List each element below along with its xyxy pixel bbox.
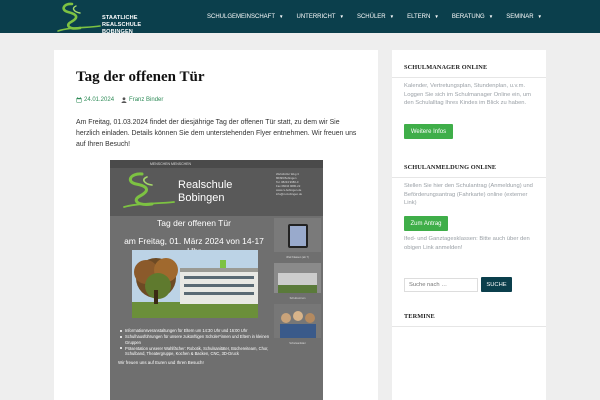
flyer-side-caption: Schulzentrum xyxy=(289,297,306,300)
flyer-side-caption: Schulsanitäter xyxy=(289,342,306,345)
nav-item-unterricht[interactable]: Unterricht ▼ xyxy=(296,14,343,20)
sidebar: Schulmanager online Kalender, Vertretung… xyxy=(392,50,546,400)
flyer-photo-group xyxy=(274,304,321,338)
site-header: STAATLICHE REALSCHULE BOBINGEN Schulgeme… xyxy=(0,0,600,35)
search-input[interactable] xyxy=(404,278,478,292)
caret-down-icon: ▼ xyxy=(488,14,494,19)
nav-item-eltern[interactable]: Eltern ▼ xyxy=(407,14,439,20)
flyer-closing: Wir freuen uns auf Euren und Ihren Besuc… xyxy=(118,359,204,365)
user-icon xyxy=(121,97,127,103)
logo-swoosh-icon xyxy=(57,2,101,32)
site-logo[interactable]: STAATLICHE REALSCHULE BOBINGEN xyxy=(56,1,166,35)
search-button[interactable]: Suche xyxy=(481,277,512,292)
logo-text: STAATLICHE REALSCHULE BOBINGEN xyxy=(102,15,142,35)
caret-down-icon: ▼ xyxy=(279,14,284,19)
post-card: Tag der offenen Tür 24.01.2024 Franz Bin… xyxy=(54,50,378,400)
widget-divider xyxy=(392,177,546,178)
widget-title-schulmanager: Schulmanager online xyxy=(404,64,488,71)
flyer-bullet: Präsentation unserer Wahlfächer: Robotik… xyxy=(118,346,274,357)
widget-title-schulanmeldung: Schulanmeldung online xyxy=(404,164,497,171)
flyer-side-photos: iPad Klassen (ab 7) Schulzentrum Schulsa… xyxy=(274,218,321,349)
nav-item-schulgemeinschaft[interactable]: Schulgemeinschaft ▼ xyxy=(207,14,283,20)
main-nav: Schulgemeinschaft ▼ Unterricht ▼ Schüler ▼ … xyxy=(194,0,542,33)
flyer-strip xyxy=(110,160,323,168)
flyer-side-caption: iPad Klassen (ab 7) xyxy=(286,256,309,259)
flyer-bullet: Informationsveranstaltungen für Eltern u… xyxy=(118,328,274,334)
caret-down-icon: ▼ xyxy=(537,14,542,19)
post-body: Am Freitag, 01.03.2024 findet der diesjä… xyxy=(76,119,357,148)
widget-divider xyxy=(392,326,546,327)
nav-item-beratung[interactable]: Beratung ▼ xyxy=(452,14,493,20)
flyer-logo-swoosh-icon xyxy=(123,172,175,208)
flyer-school-name: Realschule Bobingen xyxy=(178,179,233,204)
caret-down-icon: ▼ xyxy=(339,14,344,19)
post-date[interactable]: 24.01.2024 xyxy=(76,97,114,103)
flyer-bullet: Schulhausführungen für unsere zukünftige… xyxy=(118,334,274,345)
nav-item-seminar[interactable]: Seminar ▼ xyxy=(506,14,542,20)
flyer-strip-text: MENSCHEN MENSCHEN xyxy=(150,162,192,166)
nav-item-schueler[interactable]: Schüler ▼ xyxy=(357,14,394,20)
widget-note-ifed: Ifed- und Ganztagesklassen: Bitte auch ü… xyxy=(404,236,530,251)
post-title[interactable]: Tag der offenen Tür xyxy=(76,69,205,86)
widget-title-termine: Termine xyxy=(404,313,435,320)
zum-antrag-button[interactable]: Zum Antrag xyxy=(404,216,448,231)
event-flyer-image: MENSCHEN MENSCHEN Realschule Bobingen We… xyxy=(110,160,323,400)
flyer-bullet-list: Informationsveranstaltungen für Eltern u… xyxy=(118,328,274,365)
widget-text-schulanmeldung: Stellen Sie hier den Schulantrag (Anmeld… xyxy=(404,183,533,207)
post-author[interactable]: Franz Binder xyxy=(121,97,163,103)
flyer-photo-ipad xyxy=(274,218,321,252)
post-meta: 24.01.2024 Franz Binder xyxy=(76,97,170,103)
widget-divider xyxy=(392,77,546,78)
caret-down-icon: ▼ xyxy=(389,14,395,19)
flyer-photo-building xyxy=(274,263,321,293)
flyer-address: Wehrdörfer Weg 3 86399 Bobingen Tel. 082… xyxy=(276,172,303,196)
widget-text-schulmanager: Kalender, Vertretungsplan, Stundenplan, … xyxy=(404,83,531,107)
caret-down-icon: ▼ xyxy=(434,14,439,19)
school-building-photo xyxy=(132,250,258,318)
weitere-infos-button[interactable]: Weitere Infos xyxy=(404,124,453,139)
calendar-icon xyxy=(76,97,82,103)
